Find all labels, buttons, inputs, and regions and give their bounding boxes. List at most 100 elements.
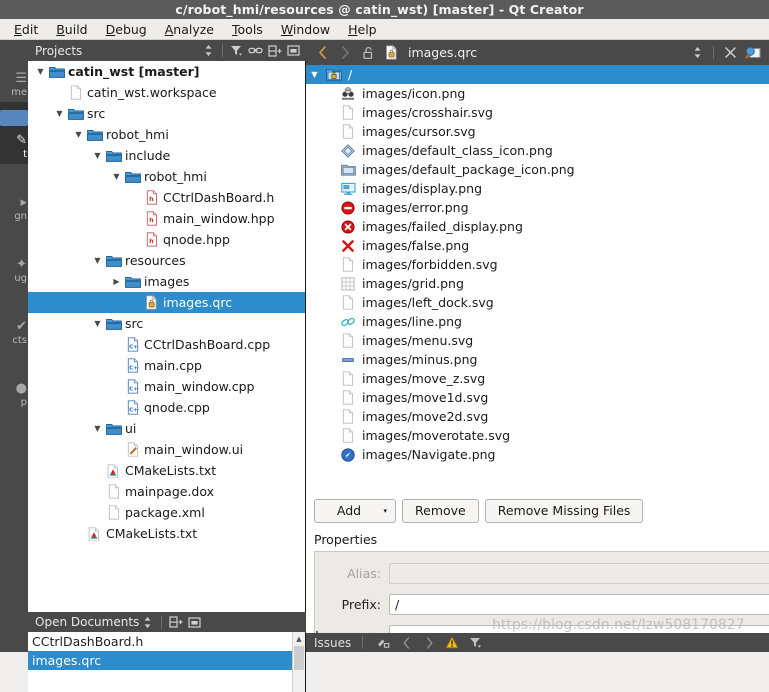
sync-selection-icon[interactable] xyxy=(200,42,217,59)
resource-file-list[interactable]: ▼ / images/icon.png images/crosshair.svg ima… xyxy=(306,65,769,492)
tree-item[interactable]: ▼ src xyxy=(28,313,305,334)
scroll-up-icon[interactable]: ▲ xyxy=(293,632,305,645)
resource-file-row[interactable]: images/failed_display.png xyxy=(306,217,769,236)
mode-edit[interactable]: ✎ t xyxy=(0,102,28,164)
chevron-down-icon[interactable]: ▼ xyxy=(110,166,123,187)
mode-selector-sidebar[interactable]: ☰ me ✎ t ▸ gn ✦ ug ✔ cts ● p xyxy=(0,40,28,652)
tree-item[interactable]: h CCtrlDashBoard.h xyxy=(28,187,305,208)
updown-arrow-icon[interactable] xyxy=(687,43,707,63)
mode-help[interactable]: ● p xyxy=(0,350,28,412)
menu-analyze[interactable]: Analyze xyxy=(156,20,223,39)
resource-file-row[interactable]: images/line.png xyxy=(306,312,769,331)
resource-file-row[interactable]: images/minus.png xyxy=(306,350,769,369)
tree-item[interactable]: ▼ ui xyxy=(28,418,305,439)
tree-item[interactable]: CMakeLists.txt xyxy=(28,523,305,544)
menu-window[interactable]: Window xyxy=(272,20,339,39)
close-dock-icon[interactable] xyxy=(285,42,302,59)
split-icon[interactable] xyxy=(266,42,283,59)
next-issue-icon[interactable] xyxy=(420,634,438,651)
issues-filter-icon[interactable] xyxy=(466,634,484,651)
open-documents-list[interactable]: CCtrlDashBoard.h images.qrc xyxy=(28,632,306,692)
menu-debug[interactable]: Debug xyxy=(97,20,156,39)
resource-file-row[interactable]: images/forbidden.svg xyxy=(306,255,769,274)
chevron-down-icon[interactable]: ▼ xyxy=(53,103,66,124)
link-icon[interactable] xyxy=(247,42,264,59)
tree-item[interactable]: h main_window.hpp xyxy=(28,208,305,229)
tree-item[interactable]: mainpage.dox xyxy=(28,481,305,502)
tree-item[interactable]: ▼ catin_wst [master] xyxy=(28,61,305,82)
tree-item[interactable]: images.qrc xyxy=(28,292,305,313)
unlocked-icon[interactable] xyxy=(358,43,378,63)
tree-item[interactable]: ▶ images xyxy=(28,271,305,292)
chevron-down-icon[interactable]: ▼ xyxy=(91,418,104,439)
tree-item[interactable]: main_window.ui xyxy=(28,439,305,460)
split-editor-icon[interactable] xyxy=(743,43,763,63)
tree-item[interactable]: h qnode.hpp xyxy=(28,229,305,250)
tree-item[interactable]: CMakeLists.txt xyxy=(28,460,305,481)
property-prefix-input[interactable]: / xyxy=(389,593,769,615)
filter-icon[interactable] xyxy=(228,42,245,59)
menu-build[interactable]: Build xyxy=(47,20,96,39)
tree-item[interactable]: ▼ robot_hmi xyxy=(28,166,305,187)
resource-file-row[interactable]: images/display.png xyxy=(306,179,769,198)
menu-help[interactable]: Help xyxy=(339,20,386,39)
mode-welcome[interactable]: ☰ me xyxy=(0,40,28,102)
chevron-down-icon[interactable]: ▼ xyxy=(306,65,323,84)
add-button[interactable]: Add ▾ xyxy=(314,498,396,523)
menu-edit[interactable]: Edit xyxy=(5,20,47,39)
resource-file-row[interactable]: images/default_package_icon.png xyxy=(306,160,769,179)
chevron-down-icon[interactable]: ▼ xyxy=(91,250,104,271)
resource-file-row[interactable]: images/crosshair.svg xyxy=(306,103,769,122)
resource-file-row[interactable]: images/move_z.svg xyxy=(306,369,769,388)
mode-design[interactable]: ▸ gn xyxy=(0,164,28,226)
prev-issue-icon[interactable] xyxy=(397,634,415,651)
chevron-right-icon[interactable]: ▶ xyxy=(110,271,123,292)
tree-item[interactable]: catin_wst.workspace xyxy=(28,82,305,103)
remove-button[interactable]: Remove xyxy=(402,498,479,523)
open-document-item[interactable]: CCtrlDashBoard.h xyxy=(28,632,305,651)
resource-file-row[interactable]: images/menu.svg xyxy=(306,331,769,350)
tree-item[interactable]: ▼ include xyxy=(28,145,305,166)
chevron-down-icon[interactable]: ▼ xyxy=(91,145,104,166)
tree-item[interactable]: C++ CCtrlDashBoard.cpp xyxy=(28,334,305,355)
resource-file-row[interactable]: images/default_class_icon.png xyxy=(306,141,769,160)
sync-selection-icon[interactable] xyxy=(139,614,156,631)
resource-prefix-row[interactable]: ▼ / xyxy=(306,65,769,84)
resource-file-row[interactable]: images/cursor.svg xyxy=(306,122,769,141)
project-tree[interactable]: ▼ catin_wst [master] catin_wst.workspace ▼ s… xyxy=(28,61,306,612)
resource-file-row[interactable]: images/move1d.svg xyxy=(306,388,769,407)
resource-file-row[interactable]: images/move2d.svg xyxy=(306,407,769,426)
resource-file-row[interactable]: images/error.png xyxy=(306,198,769,217)
resource-file-row[interactable]: images/false.png xyxy=(306,236,769,255)
mode-debug[interactable]: ✦ ug xyxy=(0,226,28,288)
resource-file-row[interactable]: images/Navigate.png xyxy=(306,445,769,464)
split-icon[interactable] xyxy=(167,614,184,631)
resource-file-row[interactable]: images/grid.png xyxy=(306,274,769,293)
filter-build-icon[interactable] xyxy=(374,634,392,651)
issues-label[interactable]: Issues xyxy=(314,636,351,650)
chevron-down-icon[interactable]: ▼ xyxy=(91,313,104,334)
chevron-down-icon[interactable]: ▼ xyxy=(72,124,85,145)
tree-item[interactable]: ▼ src xyxy=(28,103,305,124)
tree-item[interactable]: C++ main_window.cpp xyxy=(28,376,305,397)
warning-icon[interactable] xyxy=(443,634,461,651)
scrollbar-thumb[interactable] xyxy=(294,646,304,670)
remove-missing-files-button[interactable]: Remove Missing Files xyxy=(484,498,644,523)
close-icon[interactable] xyxy=(720,43,740,63)
tree-item[interactable]: C++ qnode.cpp xyxy=(28,397,305,418)
tree-item[interactable]: C++ main.cpp xyxy=(28,355,305,376)
tree-item[interactable]: package.xml xyxy=(28,502,305,523)
chevron-down-icon[interactable]: ▼ xyxy=(34,61,47,82)
chevron-down-icon[interactable]: ▾ xyxy=(383,507,387,515)
back-arrow-icon[interactable] xyxy=(312,43,332,63)
mode-projects[interactable]: ✔ cts xyxy=(0,288,28,350)
close-dock-icon[interactable] xyxy=(186,614,203,631)
editor-filename[interactable]: images.qrc xyxy=(408,45,684,60)
open-document-item[interactable]: images.qrc xyxy=(28,651,305,670)
tree-item[interactable]: ▼ robot_hmi xyxy=(28,124,305,145)
open-documents-scrollbar[interactable]: ▲ xyxy=(292,632,305,692)
resource-file-row[interactable]: images/moverotate.svg xyxy=(306,426,769,445)
resource-file-row[interactable]: images/icon.png xyxy=(306,84,769,103)
tree-item[interactable]: ▼ resources xyxy=(28,250,305,271)
resource-file-row[interactable]: images/left_dock.svg xyxy=(306,293,769,312)
